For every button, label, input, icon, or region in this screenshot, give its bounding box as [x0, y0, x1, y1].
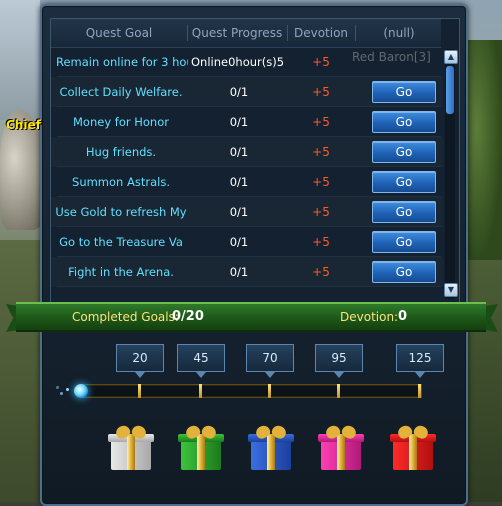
npc-name-label: Red Baron[3]	[352, 50, 431, 64]
player-name-label: Chief	[6, 118, 41, 132]
quest-goal-text: Fight in the Arena.	[68, 265, 174, 279]
devotion-label: Devotion:	[340, 310, 399, 324]
quest-devotion-text: +5	[312, 205, 330, 219]
white-gift-icon[interactable]	[108, 423, 154, 470]
gift-ribbon	[197, 434, 205, 470]
quest-goal-text: Summon Astrals.	[72, 175, 170, 189]
ground-left	[0, 240, 40, 502]
quest-progress-text: 0/1	[229, 85, 249, 99]
go-button[interactable]: Go	[372, 171, 436, 193]
quest-goal-text: Use Gold to refresh My	[55, 205, 187, 219]
spark-particle	[60, 392, 63, 395]
quest-rows: Remain online for 3 hoursOnline0hour(s)5…	[51, 47, 443, 303]
milestone-tick	[418, 384, 421, 398]
milestone-tick	[268, 384, 271, 398]
row-divider	[57, 286, 441, 287]
quest-devotion-text: +5	[312, 115, 330, 129]
header-devotion: Devotion	[293, 26, 349, 40]
quest-devotion-text: +5	[312, 175, 330, 189]
quest-goal-text: Remain online for 3 hours	[56, 55, 188, 69]
sky-area	[0, 0, 40, 120]
quest-progress-text: 0/1	[229, 145, 249, 159]
devotion-value: 0	[398, 309, 408, 324]
milestone-badge: 20	[116, 344, 164, 378]
quest-devotion-text: +5	[312, 85, 330, 99]
header-divider	[287, 25, 288, 41]
gift-ribbon	[337, 434, 345, 470]
quest-progress-text: 0/1	[229, 115, 249, 129]
scroll-up-icon[interactable]: ▲	[444, 50, 458, 64]
completed-goals-label: Completed Goals:	[72, 310, 179, 324]
quest-devotion-text: +5	[312, 55, 330, 69]
gift-ribbon	[409, 434, 417, 470]
quest-progress-text: 0/1	[229, 205, 249, 219]
quest-row: Fight in the Arena. 0/1 +5 Go	[51, 257, 443, 287]
summary-ribbon: Completed Goals: 0/20 Devotion: 0	[16, 302, 486, 332]
pink-gift-icon[interactable]	[318, 423, 364, 470]
go-button[interactable]: Go	[372, 231, 436, 253]
milestone-badge: 70	[246, 344, 294, 378]
quest-progress-text: 0/1	[229, 175, 249, 189]
header-quest-progress: Quest Progress	[191, 26, 283, 40]
scrollbar-thumb[interactable]	[446, 66, 454, 114]
header-quest-goal: Quest Goal	[85, 26, 153, 40]
go-button[interactable]: Go	[372, 261, 436, 283]
blue-gift-icon[interactable]	[248, 423, 294, 470]
completed-goals-value: 0/20	[172, 309, 204, 324]
spark-particle	[56, 386, 59, 389]
milestone-tick	[337, 384, 340, 398]
quest-row: Collect Daily Welfare. 0/1 +5 Go	[51, 77, 443, 107]
quest-devotion-text: +5	[312, 145, 330, 159]
quest-progress-text: 0/1	[229, 265, 249, 279]
gift-ribbon	[267, 434, 275, 470]
go-button[interactable]: Go	[372, 201, 436, 223]
quest-goal-text: Hug friends.	[85, 145, 157, 159]
milestone-tick	[199, 384, 202, 398]
quest-progress-text: 0/1	[229, 235, 249, 249]
green-gift-icon[interactable]	[178, 423, 224, 470]
quest-table-header: Quest Goal Quest Progress Devotion (null…	[51, 19, 441, 48]
header-action: (null)	[383, 26, 415, 40]
scroll-down-icon[interactable]: ▼	[444, 283, 458, 297]
quest-row: Summon Astrals. 0/1 +5 Go	[51, 167, 443, 197]
quest-row: Money for Honor 0/1 +5 Go	[51, 107, 443, 137]
red-gift-icon[interactable]	[390, 423, 436, 470]
header-divider	[187, 25, 188, 41]
go-button[interactable]: Go	[372, 81, 436, 103]
gift-ribbon	[127, 434, 135, 470]
quest-row: Use Gold to refresh My 0/1 +5 Go	[51, 197, 443, 227]
quest-goal-text: Money for Honor	[73, 115, 169, 129]
spark-particle	[66, 388, 69, 391]
quest-row: Go to the Treasure Va 0/1 +5 Go	[51, 227, 443, 257]
quest-goal-text: Go to the Treasure Va	[59, 235, 183, 249]
milestone-badge: 45	[177, 344, 225, 378]
header-divider	[355, 25, 356, 41]
quest-progress-text: Online0hour(s)5	[191, 55, 285, 69]
milestone-tick	[138, 384, 141, 398]
go-button[interactable]: Go	[372, 111, 436, 133]
quest-row: Hug friends. 0/1 +5 Go	[51, 137, 443, 167]
quest-devotion-text: +5	[312, 235, 330, 249]
progress-orb-icon	[74, 384, 88, 398]
go-button[interactable]: Go	[372, 141, 436, 163]
milestone-badge: 125	[396, 344, 444, 378]
devotion-progress-bar	[80, 384, 422, 398]
milestone-badge: 95	[315, 344, 363, 378]
quest-devotion-text: +5	[312, 265, 330, 279]
quest-goal-text: Collect Daily Welfare.	[59, 85, 183, 99]
